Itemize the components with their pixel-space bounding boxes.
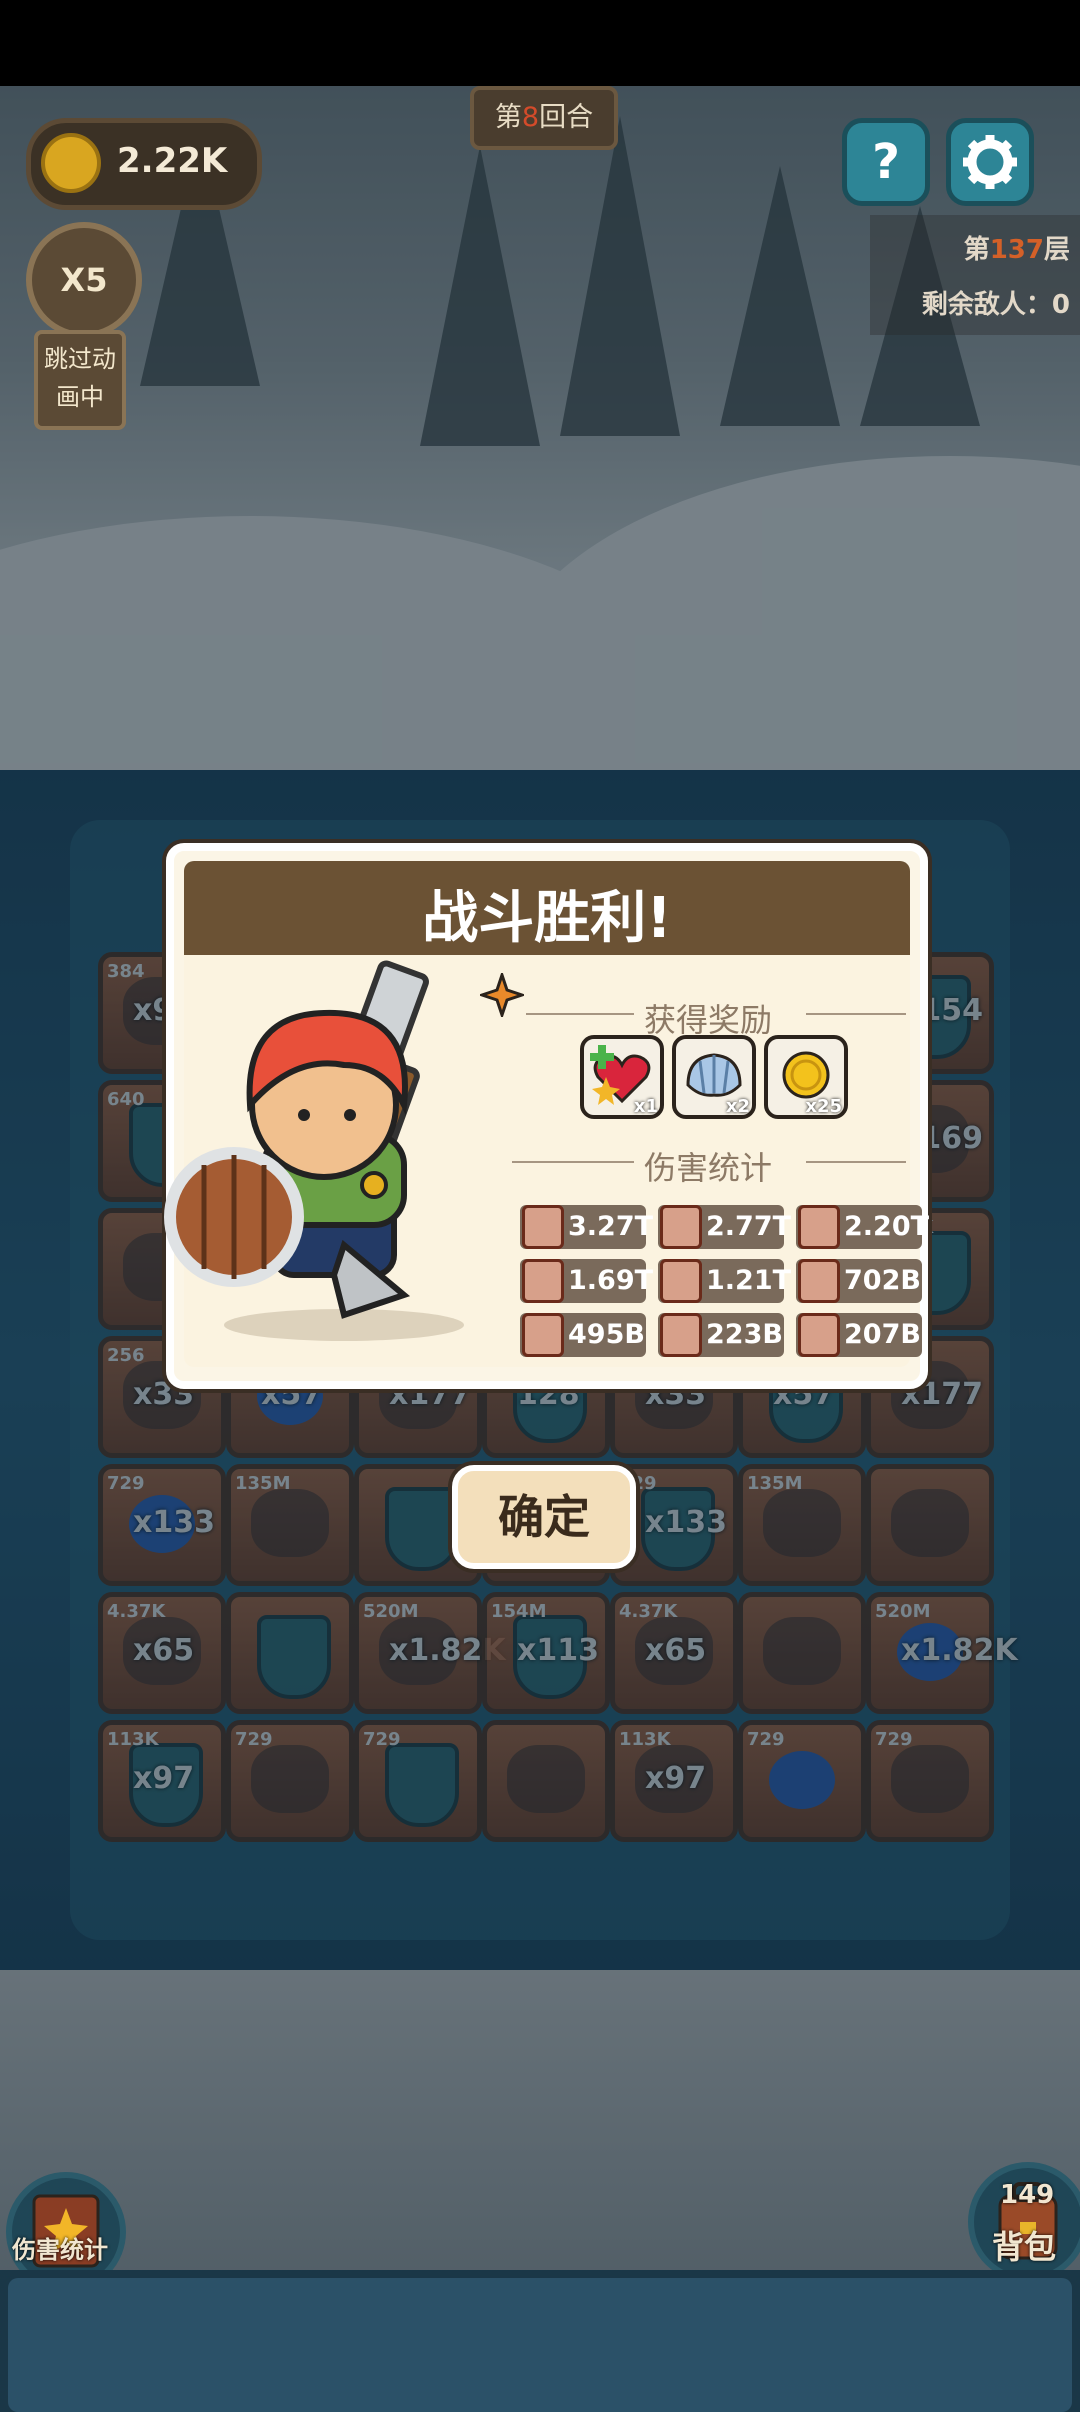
unit-avatar-icon [798,1313,840,1357]
reward-heart-qty: x1 [633,1096,658,1117]
damage-value: 3.27T [568,1211,654,1242]
reward-shell-qty: x2 [725,1096,750,1117]
damage-entry: 223B [658,1313,784,1357]
unit-avatar-icon [660,1205,702,1249]
damage-value: 223B [706,1319,783,1350]
unit-avatar-icon [798,1259,840,1303]
round-number: 8 [521,102,540,133]
help-button[interactable]: ? [842,118,930,206]
coin-value: 2.22K [117,141,228,181]
unit-avatar-icon [660,1259,702,1303]
hero-character-illustration [164,960,464,1341]
damage-entry: 2.20T [796,1205,929,1249]
backpack-count: 149 [1000,2180,1055,2210]
unit-avatar-icon [522,1259,564,1303]
confirm-button[interactable]: 确定 [452,1465,636,1569]
unit-avatar-icon [522,1313,564,1357]
rewards-divider-left [526,1013,634,1015]
floor-line: 第137层 [870,229,1070,266]
damage-stats-label: 伤害统计 [12,2236,108,2264]
speed-x5-button[interactable]: X5 [26,222,142,338]
status-bar [0,0,1080,86]
damage-value: 2.20T [844,1211,930,1242]
damage-entry: 702B [796,1259,922,1303]
damage-entry: 495B [520,1313,646,1357]
unit-avatar-icon [660,1313,702,1357]
damage-value: 495B [568,1319,645,1350]
damage-entry: 2.77T [658,1205,791,1249]
damage-value: 1.21T [706,1265,792,1296]
reward-coin-qty: x25 [805,1096,842,1117]
damage-entry: 207B [796,1313,922,1357]
damage-value: 2.77T [706,1211,792,1242]
damage-entry: 3.27T [520,1205,653,1249]
damage-value: 207B [844,1319,921,1350]
speed-label: X5 [60,261,108,299]
gear-icon [963,135,1017,189]
dialog-title: 战斗胜利! [422,886,672,951]
victory-dialog: 战斗胜利! 获得奖励 x1 x2 x25 伤害统计 3.27T 2.77T 2.… [164,843,929,1389]
sparkle-icon [480,973,524,1017]
coin-icon [41,133,101,193]
floor-prefix: 第 [963,235,990,265]
dialog-header: 战斗胜利! [184,861,910,955]
rewards-divider-right [806,1013,906,1015]
round-prefix: 第 [494,102,522,133]
remaining-enemies: 剩余敌人：0 [921,290,1070,320]
question-icon: ? [872,134,900,190]
skip-label-line1: 跳过动 [44,345,116,373]
floor-number: 137 [989,235,1044,265]
damage-value: 702B [844,1265,921,1296]
dialog-content: 获得奖励 x1 x2 x25 伤害统计 3.27T 2.77T 2.20T 1.… [164,955,929,1367]
reward-coin[interactable]: x25 [764,1035,848,1119]
damage-value: 1.69T [568,1265,654,1296]
reward-heart[interactable]: x1 [580,1035,664,1119]
floor-suffix: 层 [1043,235,1070,265]
unit-avatar-icon [522,1205,564,1249]
settings-button[interactable] [946,118,1034,206]
skip-label-line2: 画中 [56,383,104,411]
bottom-panel [8,2278,1072,2412]
damage-divider-right [806,1161,906,1163]
coin-counter: 2.22K [26,118,262,210]
damage-entry: 1.69T [520,1259,653,1303]
backpack-label: 背包 [992,2228,1057,2266]
damage-entry: 1.21T [658,1259,791,1303]
unit-avatar-icon [798,1205,840,1249]
skip-animation-toggle[interactable]: 跳过动 画中 [34,330,126,430]
reward-shell[interactable]: x2 [672,1035,756,1119]
floor-info: 第137层 剩余敌人：0 [870,215,1080,335]
damage-label: 伤害统计 [644,1149,773,1187]
round-suffix: 回合 [539,102,594,133]
round-indicator: 第8回合 [470,86,618,150]
damage-divider-left [512,1161,634,1163]
